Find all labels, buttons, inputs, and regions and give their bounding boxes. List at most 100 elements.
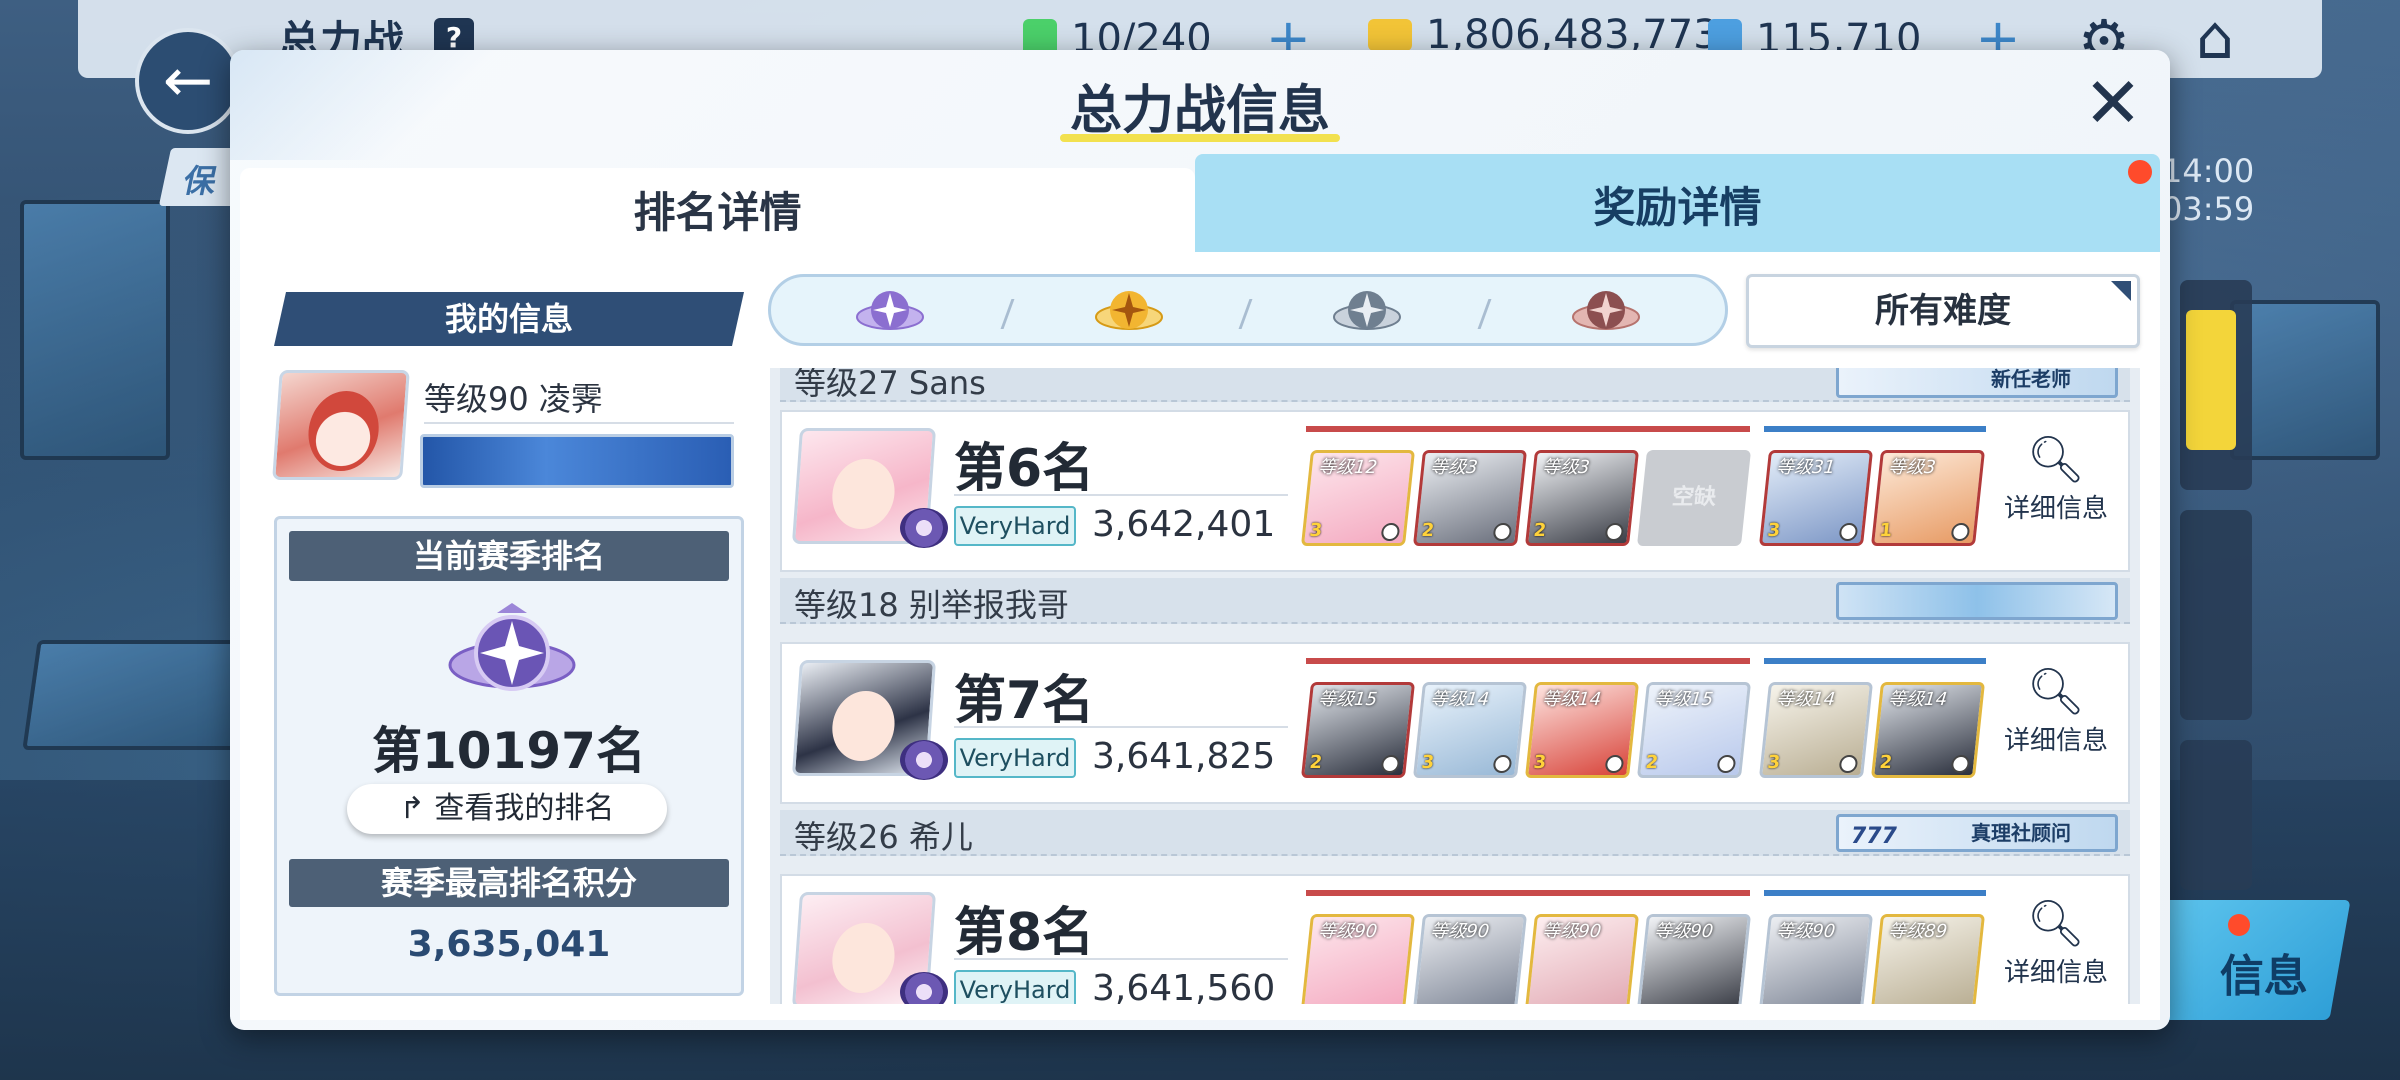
student-star: 3: [1766, 752, 1782, 773]
player-title-text: 真理社顾问: [1971, 821, 2071, 845]
player-row-header: 等级26 希儿 777 真理社顾问: [780, 810, 2130, 856]
credit-icon: [1368, 19, 1412, 51]
tier-gold-filter[interactable]: [1010, 277, 1249, 343]
season-rank-header: 当前赛季排名: [289, 531, 729, 581]
student-slot: 等级3 1: [1870, 450, 1986, 546]
student-level: 等级3: [1541, 457, 1591, 478]
student-level: 等级14: [1541, 689, 1603, 710]
score-value: 3,642,401: [1092, 504, 1276, 545]
tier-silver-filter[interactable]: [1248, 277, 1487, 343]
student-level: 等级90: [1653, 921, 1715, 942]
student-slot: 等级90: [1636, 914, 1752, 1004]
ranking-entry: 第7名 VeryHard 3,641,825 等级15 2 等级14 3 等级14 3…: [780, 642, 2130, 804]
difficulty-badge: VeryHard: [954, 738, 1076, 778]
view-my-rank-button[interactable]: ↱ 查看我的排名: [347, 784, 667, 834]
background-monitor: [22, 640, 258, 750]
student-star: 3: [1766, 520, 1782, 541]
ranking-list[interactable]: 等级27 Sans 新任老师 第6名 VeryHard 3,642,401 等级…: [770, 368, 2140, 1004]
tab-reward-details[interactable]: 奖励详情: [1195, 154, 2160, 252]
bronze-emblem-icon: [1571, 291, 1640, 330]
divider: [424, 422, 734, 424]
back-button[interactable]: ←: [135, 28, 241, 134]
home-icon[interactable]: ⌂: [2196, 8, 2234, 68]
tier-platinum-filter[interactable]: [771, 277, 1010, 343]
student-slot: 等级90: [1412, 914, 1528, 1004]
detail-info-button[interactable]: 🔍︎ 详细信息: [1996, 894, 2116, 1004]
student-slot: 等级14 3: [1524, 682, 1640, 778]
silver-emblem-icon: [1333, 291, 1402, 330]
student-slot: 等级12 3: [1300, 450, 1416, 546]
student-slot: 等级14 3: [1412, 682, 1528, 778]
tier-bronze-filter[interactable]: [1487, 277, 1726, 343]
season-rank-box: 当前赛季排名 第10197名 ↱ 查看我的排名 赛季最高排名积分 3,635,0…: [274, 516, 744, 996]
player-name: 等级18 别举报我哥: [794, 586, 1069, 624]
special-team: 等级90 等级89: [1758, 890, 1986, 1004]
title-underline: [1060, 134, 1340, 142]
student-level: 等级14: [1775, 689, 1837, 710]
student-star: 3: [1532, 752, 1548, 773]
student-level: 等级90: [1775, 921, 1837, 942]
time-remaining: 03:59: [2162, 190, 2255, 228]
detail-info-label: 详细信息: [2003, 726, 2108, 756]
detail-info-button[interactable]: 🔍︎ 详细信息: [1996, 662, 2116, 788]
close-button[interactable]: ✕: [2078, 68, 2148, 140]
score-value: 3,641,560: [1092, 968, 1276, 1004]
player-title-text: 新任老师: [1991, 368, 2071, 391]
student-level: 等级31: [1775, 457, 1837, 478]
ranking-entry: 第6名 VeryHard 3,642,401 等级12 3 等级3 2 等级3 2 空…: [780, 410, 2130, 572]
student-slot: 等级14 3: [1758, 682, 1874, 778]
search-icon: 🔍︎: [2026, 664, 2086, 718]
my-avatar[interactable]: [272, 370, 410, 480]
player-name: 等级26 希儿: [794, 818, 973, 856]
notification-dot: [2228, 914, 2250, 936]
role-icon: [1838, 523, 1859, 541]
student-level: 等级15: [1317, 689, 1379, 710]
view-my-rank-label: 查看我的排名: [434, 791, 615, 826]
role-icon: [1492, 523, 1513, 541]
platinum-emblem-icon: [900, 972, 948, 1004]
player-title-badge: 777 真理社顾问: [1836, 814, 2118, 852]
divider: [954, 958, 1288, 960]
student-slot: 等级89: [1870, 914, 1986, 1004]
student-slot: 等级14 2: [1870, 682, 1986, 778]
my-title-banner: [420, 434, 734, 488]
platinum-emblem-icon: [856, 291, 925, 330]
search-icon: 🔍︎: [2026, 432, 2086, 486]
platinum-emblem-icon: [900, 740, 948, 780]
my-name: 等级90 凌霁: [424, 380, 603, 418]
student-slot: 等级31 3: [1758, 450, 1874, 546]
role-icon: [1380, 523, 1401, 541]
tier-filter: [768, 274, 1728, 346]
close-icon: ✕: [2083, 62, 2143, 144]
student-star: 2: [1420, 520, 1436, 541]
student-level: 等级14: [1887, 689, 1949, 710]
student-star: 2: [1644, 752, 1660, 773]
student-level: 等级90: [1429, 921, 1491, 942]
player-title-banner: [1836, 582, 2118, 620]
student-slot: 等级15 2: [1300, 682, 1416, 778]
student-star: 3: [1308, 520, 1324, 541]
rank-label: 第7名: [954, 671, 1095, 731]
student-star: 1: [1878, 520, 1894, 541]
player-row-header: 等级27 Sans 新任老师: [780, 368, 2130, 402]
background-time: 14:00 03:59: [2162, 152, 2254, 228]
difficulty-badge: VeryHard: [954, 506, 1076, 546]
student-star: 2: [1532, 520, 1548, 541]
background-card: [2180, 280, 2252, 490]
best-score-value: 3,635,041: [407, 924, 611, 965]
striker-team: 等级15 2 等级14 3 等级14 3 等级15 2: [1300, 658, 1752, 796]
best-score-header: 赛季最高排名积分: [289, 859, 729, 907]
student-level: 等级3: [1429, 457, 1479, 478]
background-monitor: [20, 200, 170, 460]
striker-team: 等级90 等级90 等级90 等级90: [1300, 890, 1752, 1004]
gold-emblem-icon: [1094, 291, 1163, 330]
platinum-emblem-icon: [448, 603, 576, 691]
ranking-entry: 第8名 VeryHard 3,641,560 等级90 等级90 等级90 等级…: [780, 874, 2130, 1004]
detail-info-button[interactable]: 🔍︎ 详细信息: [1996, 430, 2116, 556]
student-slot: 等级3 2: [1412, 450, 1528, 546]
share-arrow-icon: ↱: [399, 791, 435, 826]
difficulty-select[interactable]: 所有难度: [1746, 274, 2140, 348]
student-star: 2: [1308, 752, 1324, 773]
divider: [954, 726, 1288, 728]
empty-student-slot: 空缺: [1636, 450, 1752, 546]
